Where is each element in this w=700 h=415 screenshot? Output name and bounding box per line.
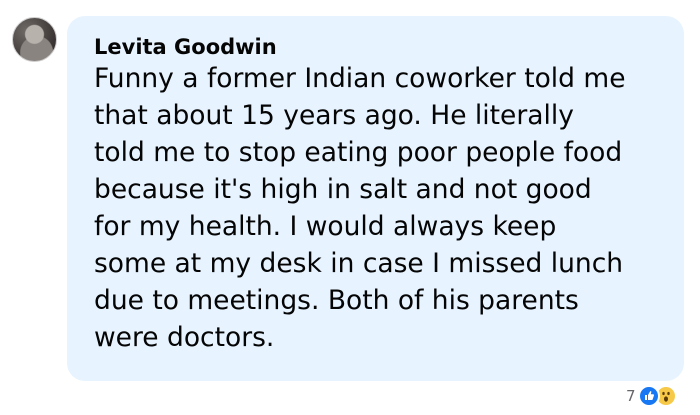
like-icon — [637, 385, 660, 407]
comment-line: told me to stop eating poor people food — [94, 137, 623, 168]
comment-line: Funny a former Indian coworker told me — [94, 63, 626, 94]
comment-author[interactable]: Levita Goodwin — [94, 33, 277, 61]
avatar[interactable] — [12, 17, 57, 62]
reactions-summary[interactable]: 7 — [626, 384, 677, 408]
comment-line: were doctors. — [94, 322, 275, 353]
comment-line: some at my desk in case I missed lunch — [94, 248, 624, 279]
comment-text: Funny a former Indian coworker told me t… — [94, 60, 674, 356]
comment-line: for my health. I would always keep — [94, 211, 557, 242]
comment-line: because it's high in salt and not good — [94, 174, 592, 205]
comment-bubble: Levita Goodwin Funny a former Indian cow… — [67, 16, 684, 381]
comment-line: that about 15 years ago. He literally — [94, 100, 574, 131]
reaction-count: 7 — [626, 387, 636, 405]
comment-line: due to meetings. Both of his parents — [94, 285, 579, 316]
